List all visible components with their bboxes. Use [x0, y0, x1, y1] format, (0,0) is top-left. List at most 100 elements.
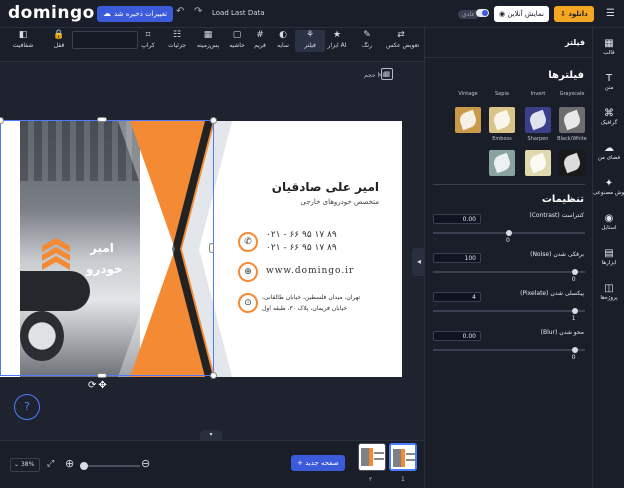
rail-item[interactable]: ✦ هوش مصنوعی [593, 174, 624, 208]
rail-label: پروژه‌ها [600, 295, 618, 301]
rail-label: فضای من [597, 155, 621, 161]
rail-icon: ☁ [604, 143, 614, 154]
adjustment-slider[interactable] [433, 347, 585, 353]
tool-color[interactable]: ✎ رنگ [352, 30, 382, 52]
filter-thumb[interactable] [559, 107, 585, 133]
person-title[interactable]: متخصص خودروهای خارجی [244, 198, 379, 206]
redo-icon[interactable]: ↷ [194, 6, 202, 17]
rail-item[interactable]: ◫ پروژه‌ها [593, 279, 624, 313]
rail-item[interactable]: ◉ استایل [593, 209, 624, 243]
filter-thumb[interactable] [455, 107, 481, 133]
page-number-2: ۲ [369, 476, 373, 483]
rail-item[interactable]: T متن [593, 69, 624, 103]
filter-thumb[interactable] [559, 150, 585, 176]
cloud-check-icon: ☁ [103, 9, 111, 18]
tool-ai-tools[interactable]: ★ ابزار AI [322, 30, 352, 52]
tool-change-photo[interactable]: ⇄ تعویض عکس [386, 30, 419, 52]
rail-item[interactable]: ☁ فضای من [593, 139, 624, 173]
address-line-1[interactable]: تهران، میدان فلسطین، خیابان طالقانی، [262, 294, 402, 301]
tool-border[interactable]: ▢ حاشیه [222, 30, 252, 52]
background-icon: ▦ [203, 30, 213, 40]
logo: domingo [8, 3, 95, 23]
adjustment-slider[interactable] [433, 230, 585, 236]
phone-number-2[interactable]: ۰۲۱ - ۶۶ ۹۵ ۱۷ ۸۹ [266, 243, 337, 253]
tool-label: قفل [53, 42, 65, 49]
download-label: دانلود [568, 10, 588, 18]
tool-rail: ▦ قالب T متن ⌘ گرافیک ☁ فضای من ✦ هوش مصنوعی ◉ استا… [592, 28, 624, 488]
website-text[interactable]: www.domingo.ir [266, 266, 354, 276]
filter-thumb[interactable] [489, 150, 515, 176]
person-name[interactable]: امیر علی صادقیان [254, 180, 379, 194]
help-button[interactable]: ? [14, 394, 40, 420]
adjustment-slider-knob[interactable] [571, 269, 578, 275]
resize-handle-bottom-right[interactable] [210, 372, 217, 379]
ai-tools-icon: ★ [332, 30, 342, 40]
adjustment-input[interactable]: 100 [433, 253, 481, 263]
adjustment-input[interactable]: 0.00 [433, 214, 481, 224]
new-page-label: صفحه جدید [305, 459, 339, 467]
phone-icon[interactable]: ✆ [238, 232, 258, 252]
bottom-collapse-toggle[interactable]: ▾ [200, 430, 222, 440]
filter-icon: ⚘ [305, 30, 315, 40]
adjustment-slider-knob[interactable] [506, 230, 512, 236]
mode-toggle[interactable] [476, 9, 489, 17]
tool-filter[interactable]: ⚘ فیلتر [295, 30, 325, 52]
new-page-button[interactable]: + صفحه جدید [291, 455, 345, 471]
adjustment-slider-knob[interactable] [571, 308, 578, 314]
save-status-button[interactable]: ☁ تغییرات ذخیره شد [97, 6, 174, 22]
crop-dropdown[interactable] [72, 31, 138, 49]
move-icon[interactable]: ✥ [98, 380, 108, 391]
zoom-slider[interactable] [80, 462, 140, 470]
rail-item[interactable]: ▦ قالب [593, 34, 624, 68]
rotate-icon[interactable]: ⟳ [88, 380, 98, 391]
location-pin-icon[interactable]: ⊙ [238, 293, 258, 313]
app-root: domingo ☁ تغییرات ذخیره شد ↶ ↷ Load Last … [0, 0, 624, 488]
filter-thumb[interactable] [525, 150, 551, 176]
filter-label: Invert [530, 91, 546, 97]
zoom-out-icon[interactable]: ⊖ [141, 457, 150, 470]
thumb-line [374, 452, 384, 454]
zoom-dropdown[interactable]: ⌄ 38% [10, 458, 40, 472]
page-thumbnail-2[interactable] [358, 443, 386, 471]
adjustment-slider[interactable] [433, 269, 585, 275]
color-icon: ✎ [363, 30, 371, 40]
adjustment-input[interactable]: 4 [433, 292, 481, 302]
filter-thumb[interactable] [525, 107, 551, 133]
online-preview-button[interactable]: ◉ نمایش آنلاین [494, 6, 549, 22]
tool-details[interactable]: ☷ جزئیات [162, 30, 192, 52]
filter-label: Grayscale [559, 91, 585, 97]
rail-item[interactable]: ▤ ابزارها [593, 244, 624, 278]
adjustment-slider[interactable] [433, 308, 585, 314]
resize-handle-bottom[interactable] [97, 373, 107, 378]
resize-handle-right[interactable] [209, 243, 214, 253]
rail-item[interactable]: ⌘ گرافیک [593, 104, 624, 138]
filter-thumb[interactable] [489, 107, 515, 133]
resize-handle-top[interactable] [97, 117, 107, 122]
page-thumbnail-1[interactable] [389, 443, 417, 471]
tool-background[interactable]: ▦ پس‌زمینه [193, 30, 223, 52]
tool-lock[interactable]: 🔒 قفل [44, 30, 74, 52]
page-number-1: 1 [401, 476, 405, 483]
grid-icon[interactable]: ▦ [381, 68, 393, 80]
rail-label: متن [604, 85, 614, 91]
undo-icon[interactable]: ↶ [176, 6, 184, 17]
rail-label: استایل [601, 225, 617, 231]
phone-number-1[interactable]: ۰۲۱ - ۶۶ ۹۵ ۱۷ ۸۹ [266, 230, 337, 240]
menu-icon[interactable]: ☰ [606, 8, 615, 19]
settings-title: تنظیمات [541, 194, 584, 205]
rail-icon: ◫ [604, 283, 614, 294]
zoom-in-icon[interactable]: ⊕ [65, 457, 74, 470]
fullscreen-icon[interactable]: ⤢ [47, 459, 54, 469]
address-line-2[interactable]: خیابان فریمان، پلاک ۳۰، طبقه اول [262, 305, 402, 312]
download-button[interactable]: ⇩ دانلود [554, 6, 594, 22]
tool-opacity[interactable]: ◧ شفافیت [8, 30, 38, 52]
chevron-down-icon: ⌄ [14, 461, 21, 468]
adjustment-input[interactable]: 0.00 [433, 331, 481, 341]
thumb-accent [369, 448, 373, 466]
save-status-label: تغییرات ذخیره شد [114, 10, 168, 18]
zoom-slider-knob[interactable] [80, 462, 88, 470]
globe-icon[interactable]: ⊕ [238, 262, 258, 282]
load-last-data-link[interactable]: Load Last Data [212, 9, 265, 17]
resize-handle-top-right[interactable] [210, 117, 217, 124]
adjustment-slider-knob[interactable] [571, 347, 578, 353]
